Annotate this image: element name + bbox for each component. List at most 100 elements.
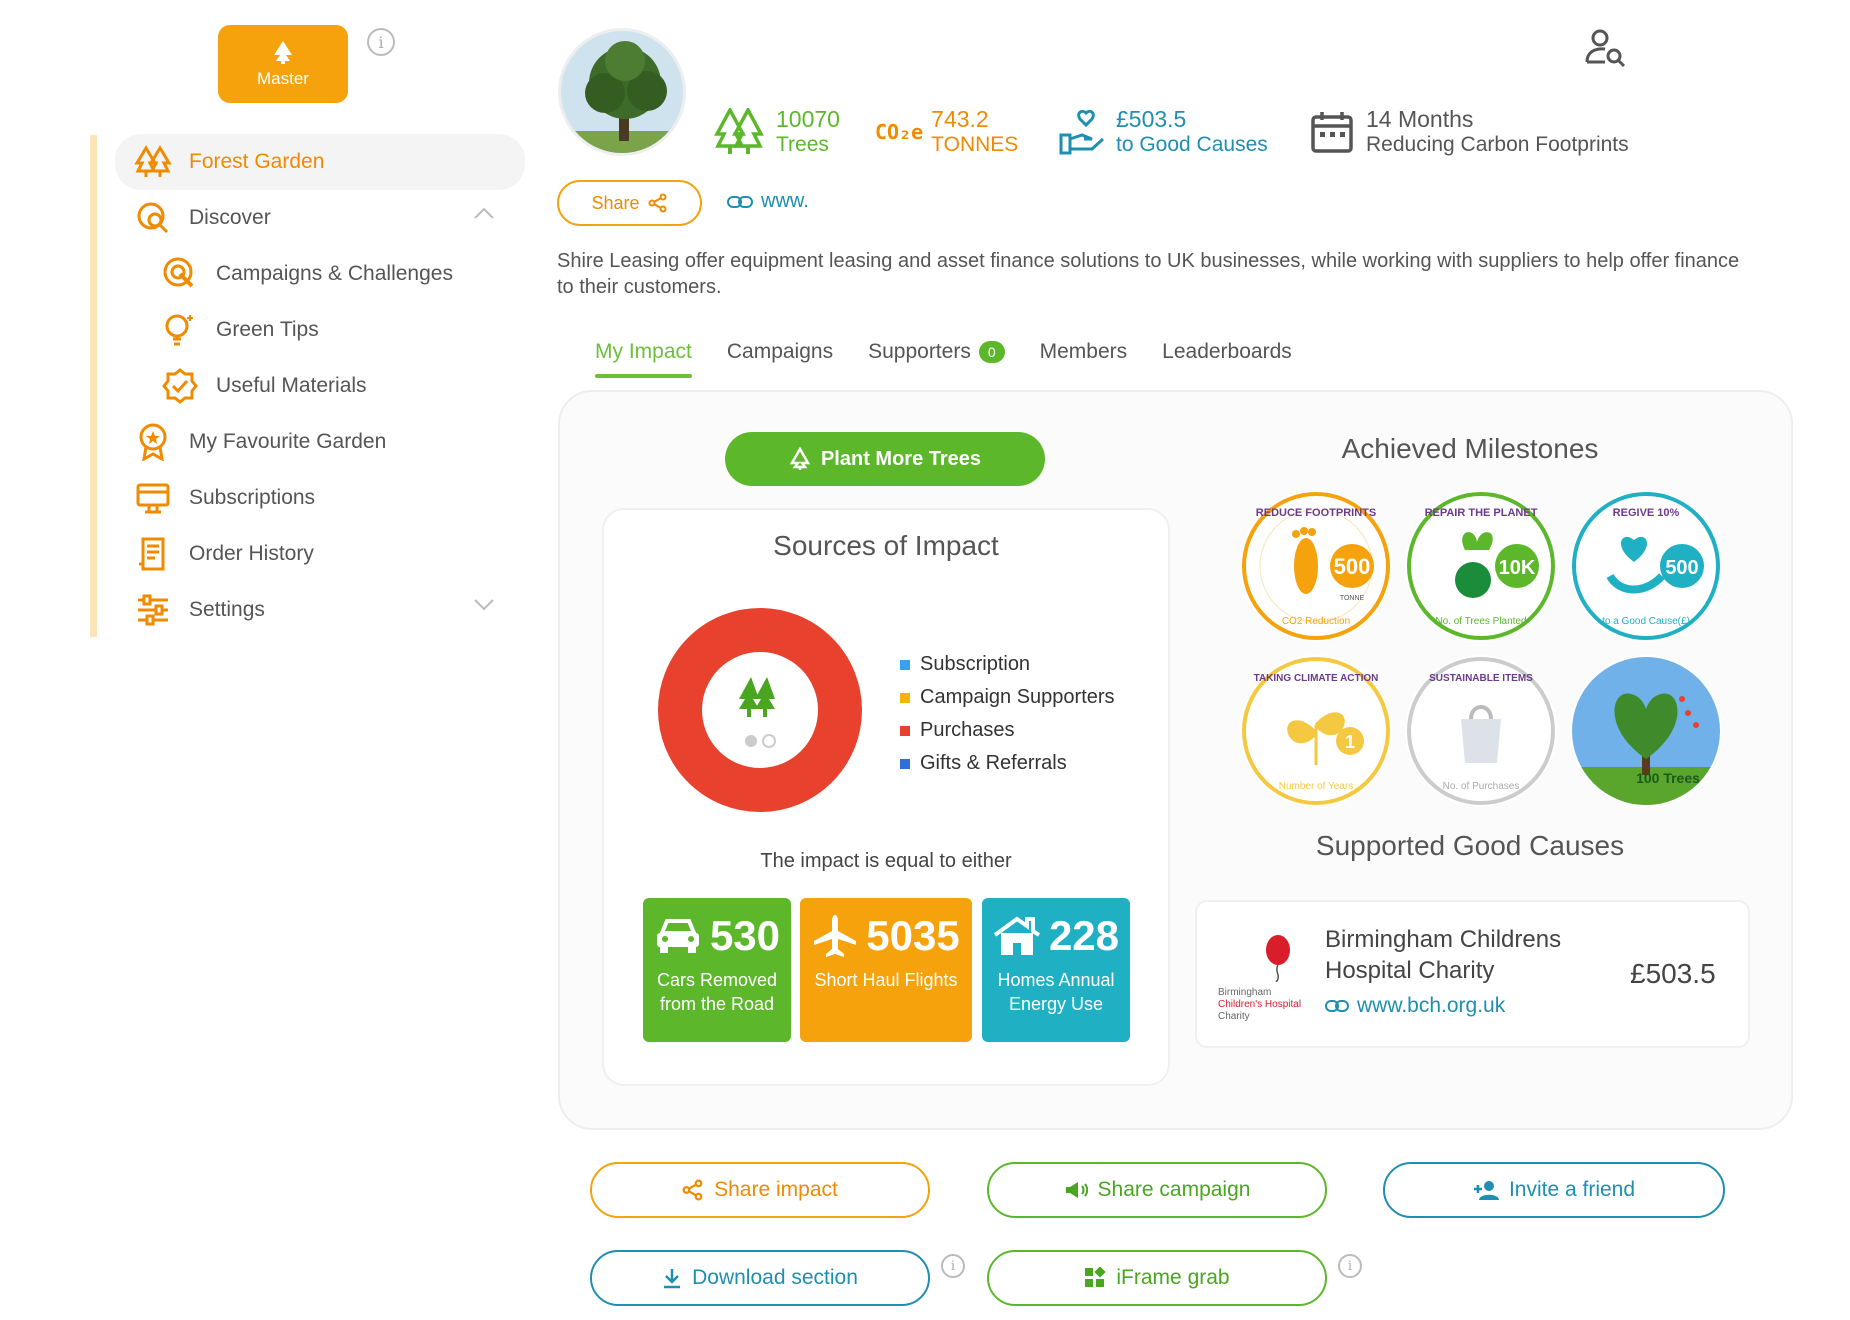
tab-label: Leaderboards bbox=[1162, 340, 1292, 363]
share-impact-label: Share impact bbox=[714, 1178, 838, 1201]
sidebar-item-green-tips[interactable]: Green Tips bbox=[115, 302, 525, 358]
download-section-label: Download section bbox=[692, 1266, 858, 1289]
legend-item: Gifts & Referrals bbox=[900, 747, 1115, 780]
carousel-dot[interactable] bbox=[762, 734, 776, 748]
invite-friend-button[interactable]: Invite a friend bbox=[1383, 1162, 1725, 1218]
medal-repair-the-planet[interactable]: 10K REPAIR THE PLANET No. of Trees Plant… bbox=[1405, 490, 1557, 642]
charity-logo-text: Children's Hospital bbox=[1218, 999, 1302, 1010]
link-icon bbox=[727, 195, 753, 208]
balloon-icon bbox=[1266, 935, 1290, 965]
tab-supporters[interactable]: Supporters 0 bbox=[868, 340, 1005, 378]
download-section-button[interactable]: Download section bbox=[590, 1250, 930, 1306]
tab-my-impact[interactable]: My Impact bbox=[595, 340, 692, 378]
sidebar-item-discover[interactable]: Discover bbox=[115, 190, 525, 246]
share-impact-button[interactable]: Share impact bbox=[590, 1162, 930, 1218]
medal-top-text: REGIVE 10% bbox=[1613, 507, 1680, 519]
sidebar-item-settings[interactable]: Settings bbox=[115, 582, 525, 638]
iframe-info-icon[interactable]: i bbox=[1338, 1254, 1362, 1278]
tab-label: Supporters bbox=[868, 340, 971, 363]
receipt-icon bbox=[133, 534, 173, 574]
chevron-down-icon[interactable] bbox=[473, 598, 495, 612]
sidebar-item-label: My Favourite Garden bbox=[189, 430, 387, 453]
tile-short-haul-flights: 5035 Short Haul Flights bbox=[800, 898, 972, 1042]
tile-caption: Homes Annual bbox=[997, 970, 1115, 990]
stat-trees-value: 10070 bbox=[776, 106, 840, 132]
sidebar-item-subscriptions[interactable]: Subscriptions bbox=[115, 470, 525, 526]
trees-icon bbox=[714, 108, 764, 154]
link-icon bbox=[1325, 1000, 1349, 1012]
charity-logo-text: Charity bbox=[1218, 1011, 1250, 1022]
medal-regive[interactable]: 500 REGIVE 10% to a Good Cause(£) bbox=[1570, 490, 1722, 642]
stat-good-causes-value: £503.5 bbox=[1116, 106, 1187, 132]
subscriptions-icon bbox=[133, 478, 173, 518]
tab-label: Campaigns bbox=[726, 340, 834, 363]
download-icon bbox=[664, 1269, 681, 1289]
tab-bar: My Impact Campaigns Supporters 0 Members … bbox=[595, 340, 1292, 378]
calendar-icon bbox=[1311, 112, 1353, 153]
stat-months-label: Reducing Carbon Footprints bbox=[1366, 133, 1629, 156]
sidebar-item-label: Settings bbox=[189, 598, 265, 621]
tile-caption: Short Haul Flights bbox=[814, 970, 958, 990]
tile-caption: from the Road bbox=[659, 994, 775, 1014]
website-link-label: www. bbox=[761, 190, 809, 212]
share-button-label: Share bbox=[591, 192, 640, 213]
hand-heart-icon bbox=[1059, 109, 1105, 155]
sidebar-item-label: Forest Garden bbox=[189, 150, 325, 173]
tile-caption: Cars Removed bbox=[656, 970, 778, 990]
footprint-icon bbox=[1294, 538, 1318, 594]
plant-more-trees-label: Plant More Trees bbox=[820, 447, 982, 470]
medal-bottom-text: No. of Trees Planted bbox=[1435, 616, 1526, 627]
tree-icon bbox=[789, 447, 811, 470]
car-icon bbox=[656, 919, 699, 953]
medal-taking-climate-action[interactable]: 1 TAKING CLIMATE ACTION Number of Years bbox=[1240, 655, 1392, 807]
co2e-icon: CO₂e bbox=[875, 120, 924, 144]
info-icon[interactable]: i bbox=[367, 28, 395, 56]
company-description: Shire Leasing offer equipment leasing an… bbox=[557, 250, 1740, 298]
sidebar-accent-line bbox=[90, 135, 97, 637]
legend-label: Gifts & Referrals bbox=[920, 752, 1067, 774]
share-campaign-button[interactable]: Share campaign bbox=[987, 1162, 1327, 1218]
sidebar-item-label: Useful Materials bbox=[216, 374, 367, 397]
download-info-icon[interactable]: i bbox=[941, 1254, 965, 1278]
iframe-grab-button[interactable]: iFrame grab bbox=[987, 1250, 1327, 1306]
medal-top-text: REDUCE FOOTPRINTS bbox=[1256, 507, 1376, 519]
legend-label: Campaign Supporters bbox=[920, 686, 1115, 708]
user-search-icon[interactable] bbox=[1585, 28, 1627, 73]
medal-value: 500 bbox=[1665, 557, 1698, 579]
charity-website-link[interactable]: www.bch.org.uk bbox=[1325, 994, 1505, 1018]
legend-item: Subscription bbox=[900, 648, 1115, 681]
medal-sustainable-items[interactable]: SUSTAINABLE ITEMS No. of Purchases bbox=[1405, 655, 1557, 807]
medal-reduce-footprints[interactable]: 500 REDUCE FOOTPRINTS TONNE CO2 Reductio… bbox=[1240, 490, 1392, 642]
share-icon bbox=[648, 193, 667, 213]
medal-100-trees[interactable]: 100 Trees bbox=[1570, 655, 1722, 807]
add-user-icon bbox=[1473, 1181, 1499, 1200]
stat-trees: 10070 Trees bbox=[712, 106, 840, 158]
tab-members[interactable]: Members bbox=[1040, 340, 1128, 378]
sidebar-item-favourite-garden[interactable]: My Favourite Garden bbox=[115, 414, 525, 470]
tile-caption: Energy Use bbox=[1008, 994, 1104, 1014]
sidebar-item-campaigns-challenges[interactable]: Campaigns & Challenges bbox=[115, 246, 525, 302]
charity-logo: Birmingham Children's Hospital Charity bbox=[1218, 932, 1308, 1024]
medal-sub-text: TONNE bbox=[1340, 595, 1365, 602]
sidebar-item-forest-garden[interactable]: Forest Garden bbox=[115, 134, 525, 190]
sidebar-item-order-history[interactable]: Order History bbox=[115, 526, 525, 582]
carousel-dot-active[interactable] bbox=[745, 735, 757, 747]
tab-leaderboards[interactable]: Leaderboards bbox=[1162, 340, 1292, 378]
tile-cars-value: 530 bbox=[709, 912, 781, 959]
stat-months-value: 14 Months bbox=[1366, 106, 1474, 132]
sidebar-item-useful-materials[interactable]: Useful Materials bbox=[115, 358, 525, 414]
charity-name: Birmingham Childrens Hospital Charity bbox=[1325, 924, 1561, 986]
master-badge[interactable]: Master bbox=[218, 25, 348, 103]
sidebar-item-label: Campaigns & Challenges bbox=[216, 262, 453, 285]
tile-cars-removed: 530 Cars Removed from the Road bbox=[643, 898, 791, 1042]
medal-top-text: TAKING CLIMATE ACTION bbox=[1254, 673, 1379, 684]
plant-more-trees-button[interactable]: Plant More Trees bbox=[725, 432, 1045, 486]
share-button[interactable]: Share bbox=[557, 180, 702, 226]
invite-friend-label: Invite a friend bbox=[1508, 1178, 1636, 1201]
medal-bottom-text: to a Good Cause(£) bbox=[1602, 616, 1690, 627]
website-link[interactable]: www. bbox=[727, 190, 809, 213]
legend-label: Subscription bbox=[920, 653, 1031, 675]
tab-campaigns[interactable]: Campaigns bbox=[727, 340, 833, 378]
chevron-up-icon[interactable] bbox=[473, 206, 495, 220]
legend-item: Campaign Supporters bbox=[900, 681, 1115, 714]
